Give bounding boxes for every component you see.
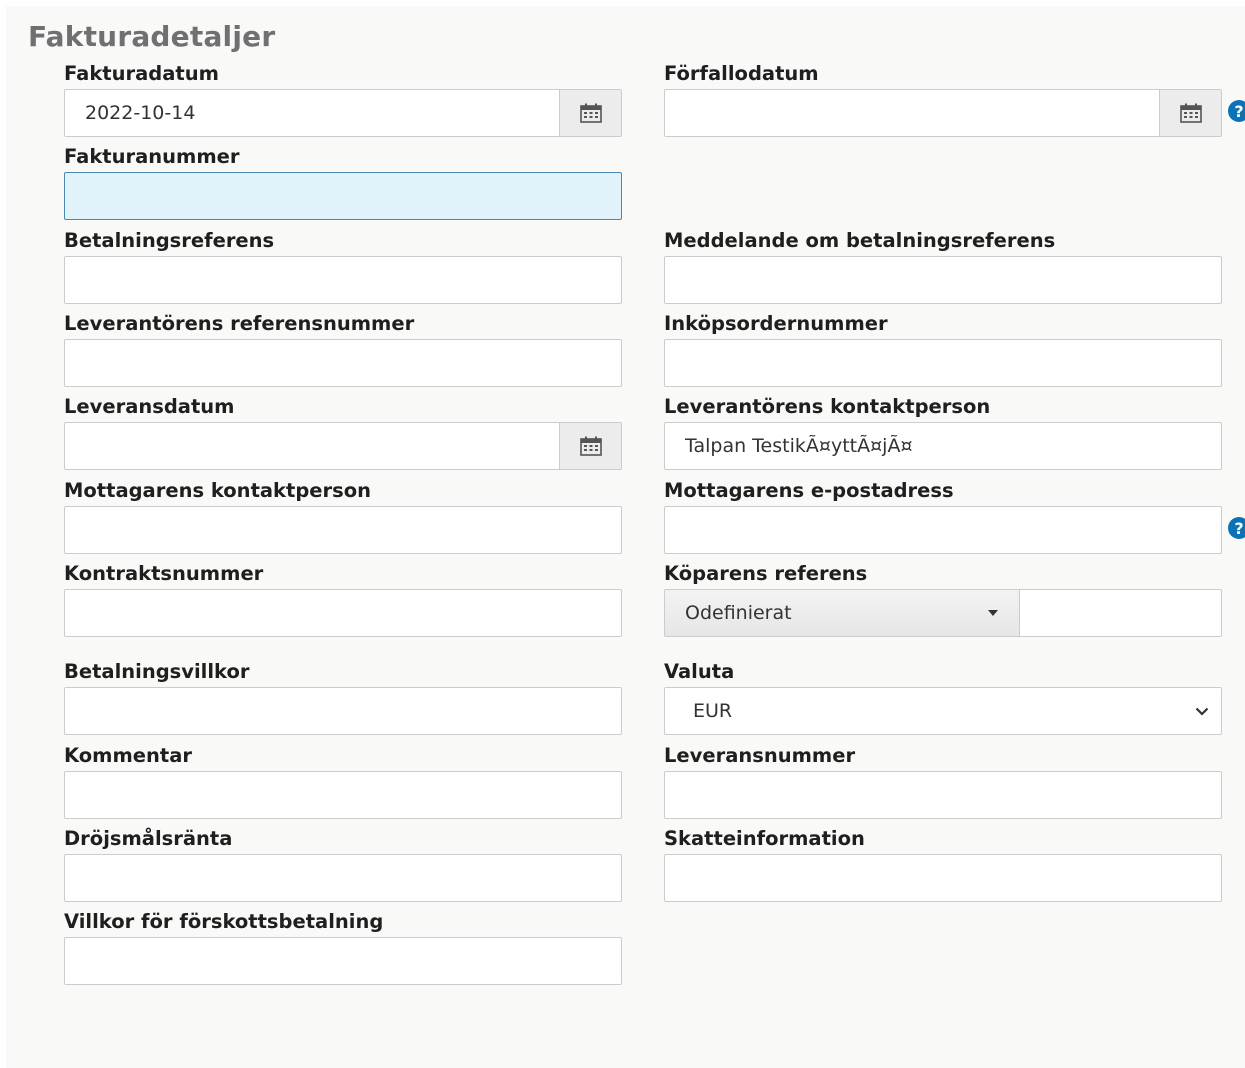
- recipient-contact-label: Mottagarens kontaktperson: [64, 479, 372, 502]
- tax-information-box: [664, 854, 1222, 902]
- payment-reference-message-label: Meddelande om betalningsreferens: [664, 229, 1056, 252]
- late-interest-box: [64, 854, 622, 902]
- contract-number-label: Kontraktsnummer: [64, 562, 264, 585]
- payment-reference-box: [64, 256, 622, 304]
- prepayment-terms-box: [64, 937, 622, 985]
- delivery-date-label: Leveransdatum: [64, 395, 235, 418]
- late-interest-input[interactable]: [65, 855, 621, 901]
- comment-box: [64, 771, 622, 819]
- delivery-number-label: Leveransnummer: [664, 744, 856, 767]
- delivery-date-input[interactable]: [65, 423, 559, 469]
- contract-number-input[interactable]: [65, 590, 621, 636]
- prepayment-terms-label: Villkor för förskottsbetalning: [64, 910, 384, 933]
- payment-terms-input[interactable]: [65, 688, 621, 734]
- invoice-date-label: Fakturadatum: [64, 62, 219, 85]
- currency-value: EUR: [693, 700, 733, 722]
- due-date-label: Förfallodatum: [664, 62, 819, 85]
- supplier-reference-number-input[interactable]: [65, 340, 621, 386]
- buyer-reference-type-value: Odefinierat: [685, 602, 792, 624]
- question-circle-icon[interactable]: ?: [1228, 517, 1245, 539]
- recipient-contact-input[interactable]: [65, 507, 621, 553]
- delivery-date-calendar-button[interactable]: [559, 423, 621, 469]
- invoice-number-box: [64, 172, 622, 220]
- payment-reference-label: Betalningsreferens: [64, 229, 275, 252]
- chevron-down-icon: [1195, 707, 1209, 716]
- supplier-contact-input[interactable]: [665, 423, 1221, 469]
- prepayment-terms-input[interactable]: [65, 938, 621, 984]
- delivery-number-box: [664, 771, 1222, 819]
- purchase-order-number-input[interactable]: [665, 340, 1221, 386]
- question-circle-icon[interactable]: ?: [1228, 100, 1245, 122]
- recipient-email-box: [664, 506, 1222, 554]
- section-title: Fakturadetaljer: [28, 20, 276, 53]
- payment-terms-label: Betalningsvillkor: [64, 660, 250, 683]
- purchase-order-number-label: Inköpsordernummer: [664, 312, 888, 335]
- calendar-icon: [579, 103, 602, 123]
- supplier-reference-number-label: Leverantörens referensnummer: [64, 312, 415, 335]
- invoice-number-label: Fakturanummer: [64, 145, 240, 168]
- due-date-input[interactable]: [665, 90, 1159, 136]
- due-date-calendar-button[interactable]: [1159, 90, 1221, 136]
- payment-reference-message-box: [664, 256, 1222, 304]
- currency-select[interactable]: EUR: [664, 687, 1222, 735]
- delivery-number-input[interactable]: [665, 772, 1221, 818]
- due-date-box: [664, 89, 1222, 137]
- buyer-reference-group: Odefinierat: [664, 589, 1222, 637]
- buyer-reference-type-dropdown[interactable]: Odefinierat: [664, 589, 1020, 637]
- recipient-email-input[interactable]: [665, 507, 1221, 553]
- late-interest-label: Dröjsmålsränta: [64, 827, 233, 850]
- purchase-order-number-box: [664, 339, 1222, 387]
- payment-reference-input[interactable]: [65, 257, 621, 303]
- contract-number-box: [64, 589, 622, 637]
- invoice-date-calendar-button[interactable]: [559, 90, 621, 136]
- recipient-email-label: Mottagarens e-postadress: [664, 479, 954, 502]
- supplier-contact-label: Leverantörens kontaktperson: [664, 395, 991, 418]
- caret-down-icon: [988, 610, 998, 616]
- supplier-reference-number-box: [64, 339, 622, 387]
- invoice-number-input[interactable]: [65, 173, 621, 219]
- currency-label: Valuta: [664, 660, 735, 683]
- delivery-date-box: [64, 422, 622, 470]
- calendar-icon: [579, 436, 602, 456]
- payment-reference-message-input[interactable]: [665, 257, 1221, 303]
- comment-input[interactable]: [65, 772, 621, 818]
- tax-information-label: Skatteinformation: [664, 827, 865, 850]
- buyer-reference-input[interactable]: [1020, 589, 1222, 637]
- payment-terms-box: [64, 687, 622, 735]
- tax-information-input[interactable]: [665, 855, 1221, 901]
- invoice-date-box: [64, 89, 622, 137]
- recipient-contact-box: [64, 506, 622, 554]
- buyer-reference-label: Köparens referens: [664, 562, 868, 585]
- calendar-icon: [1179, 103, 1202, 123]
- comment-label: Kommentar: [64, 744, 193, 767]
- supplier-contact-box: [664, 422, 1222, 470]
- invoice-date-input[interactable]: [65, 90, 559, 136]
